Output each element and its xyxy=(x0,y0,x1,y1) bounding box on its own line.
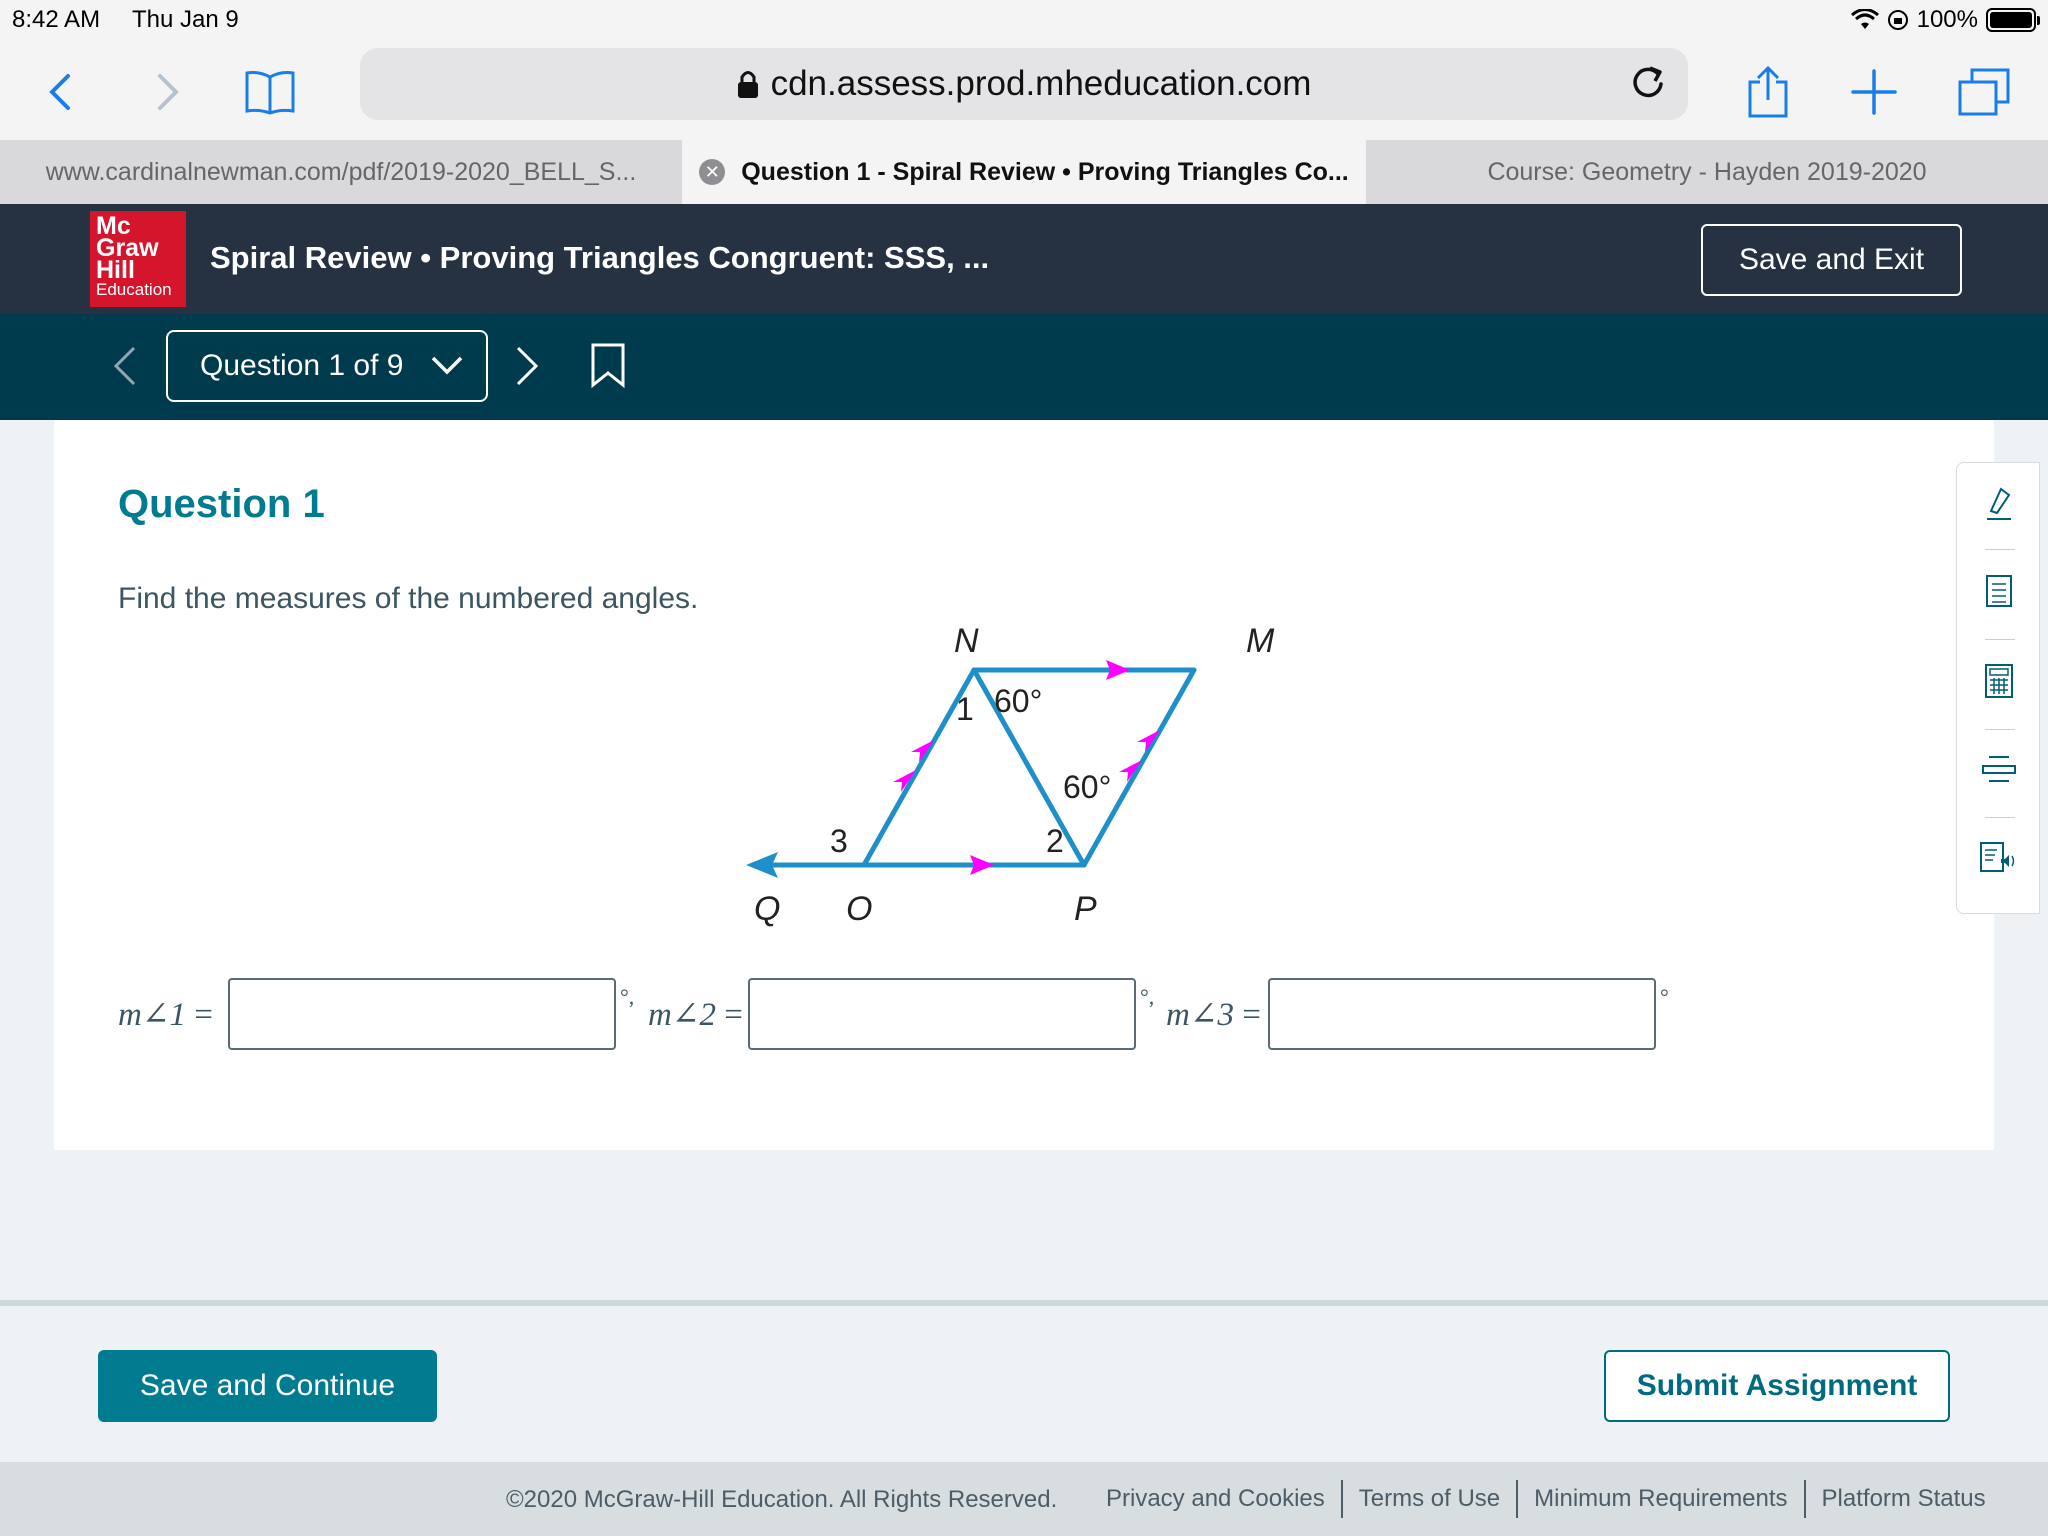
browser-tabs: www.cardinalnewman.com/pdf/2019-2020_BEL… xyxy=(0,140,2048,204)
footer-links: Privacy and Cookies Terms of Use Minimum… xyxy=(1090,1480,2002,1518)
point-label-m: M xyxy=(1246,622,1275,660)
terms-link[interactable]: Terms of Use xyxy=(1340,1480,1516,1518)
angle-3-input[interactable] xyxy=(1268,978,1656,1050)
angle-label-2: 2 xyxy=(1046,823,1064,859)
footer: ©2020 McGraw-Hill Education. All Rights … xyxy=(0,1462,2048,1536)
bookmarks-icon[interactable] xyxy=(240,44,300,140)
tool-rail xyxy=(1956,462,2040,914)
address-bar[interactable]: cdn.assess.prod.mheducation.com xyxy=(360,48,1688,120)
tab-label: Question 1 - Spiral Review • Proving Tri… xyxy=(741,157,1349,186)
angle-label-3: 3 xyxy=(830,823,848,859)
angle-label-mid: 60° xyxy=(1063,769,1111,805)
line-reader-icon[interactable] xyxy=(1979,749,2019,789)
mcgraw-hill-logo: Mc Graw Hill Education xyxy=(90,211,186,307)
calculator-icon[interactable] xyxy=(1979,661,2019,701)
notepad-icon[interactable] xyxy=(1979,571,2019,611)
browser-toolbar: cdn.assess.prod.mheducation.com xyxy=(0,44,2048,140)
status-bar: 8:42 AM Thu Jan 9 100% xyxy=(0,0,2048,44)
segment-mp xyxy=(1081,667,1197,868)
point-label-n: N xyxy=(954,622,979,660)
question-selector[interactable]: Question 1 of 9 xyxy=(166,330,488,402)
geometry-diagram: N M Q O P 1 2 3 60° 60° xyxy=(746,622,1275,928)
privacy-link[interactable]: Privacy and Cookies xyxy=(1090,1480,1341,1518)
angle-label-top: 60° xyxy=(994,683,1042,719)
browser-tab-2[interactable]: ✕ Question 1 - Spiral Review • Proving T… xyxy=(682,140,1366,204)
submit-assignment-button[interactable]: Submit Assignment xyxy=(1604,1350,1950,1422)
highlighter-icon[interactable] xyxy=(1979,485,2019,525)
angle-1-label: m∠1 = xyxy=(118,997,213,1033)
angle-1-input[interactable] xyxy=(228,978,616,1050)
save-exit-button[interactable]: Save and Exit xyxy=(1701,224,1962,296)
tabs-overview-icon[interactable] xyxy=(1958,44,2010,140)
share-icon[interactable] xyxy=(1744,44,1792,140)
question-card: Question 1 Find the measures of the numb… xyxy=(54,420,1994,1150)
forward-icon[interactable] xyxy=(148,44,188,140)
point-label-o: O xyxy=(846,890,872,928)
degree-symbol: °, xyxy=(1140,984,1155,1009)
chevron-down-icon xyxy=(431,356,463,375)
requirements-link[interactable]: Minimum Requirements xyxy=(1516,1480,1803,1518)
save-continue-button[interactable]: Save and Continue xyxy=(98,1350,437,1422)
platform-status-link[interactable]: Platform Status xyxy=(1803,1480,2002,1518)
url-text: cdn.assess.prod.mheducation.com xyxy=(770,64,1312,103)
question-title: Question 1 xyxy=(118,482,325,526)
status-date: Thu Jan 9 xyxy=(132,6,239,33)
copyright: ©2020 McGraw-Hill Education. All Rights … xyxy=(506,1486,1058,1513)
close-icon[interactable]: ✕ xyxy=(699,159,726,185)
back-icon[interactable] xyxy=(40,44,80,140)
question-nav: Question 1 of 9 xyxy=(0,314,2048,420)
tab-label: Course: Geometry - Hayden 2019-2020 xyxy=(1487,157,1927,186)
angle-label-1: 1 xyxy=(956,691,974,727)
chevron-right-icon[interactable] xyxy=(512,342,542,390)
reload-icon[interactable] xyxy=(1628,62,1668,102)
browser-tab-3[interactable]: Course: Geometry - Hayden 2019-2020 xyxy=(1366,140,2048,204)
bookmark-icon[interactable] xyxy=(590,342,626,388)
assignment-title: Spiral Review • Proving Triangles Congru… xyxy=(210,240,990,275)
angle-2-input[interactable] xyxy=(748,978,1136,1050)
point-label-p: P xyxy=(1074,890,1097,928)
lock-icon xyxy=(737,71,758,98)
angle-2-label: m∠2 = xyxy=(648,997,743,1033)
app-header: Mc Graw Hill Education Spiral Review • P… xyxy=(0,204,2048,314)
chevron-left-icon[interactable] xyxy=(110,342,140,390)
battery-icon xyxy=(1986,8,2040,32)
status-right: 100% xyxy=(1850,6,2040,34)
point-label-q: Q xyxy=(754,890,780,928)
angle-3-label: m∠3 = xyxy=(1166,997,1261,1033)
battery-percent: 100% xyxy=(1916,6,1978,33)
status-time: 8:42 AM xyxy=(12,6,101,33)
orientation-lock-icon xyxy=(1887,10,1908,30)
question-prompt: Find the measures of the numbered angles… xyxy=(118,582,699,615)
browser-tab-1[interactable]: www.cardinalnewman.com/pdf/2019-2020_BEL… xyxy=(0,140,682,204)
tab-label: www.cardinalnewman.com/pdf/2019-2020_BEL… xyxy=(45,157,637,186)
text-to-speech-icon[interactable] xyxy=(1979,837,2019,877)
action-bar: Save and Continue Submit Assignment xyxy=(0,1306,2048,1462)
new-tab-icon[interactable] xyxy=(1850,44,1898,140)
degree-symbol: °, xyxy=(620,984,635,1009)
degree-symbol: ° xyxy=(1660,984,1669,1009)
question-selector-label: Question 1 of 9 xyxy=(200,349,404,382)
wifi-icon xyxy=(1850,9,1879,29)
